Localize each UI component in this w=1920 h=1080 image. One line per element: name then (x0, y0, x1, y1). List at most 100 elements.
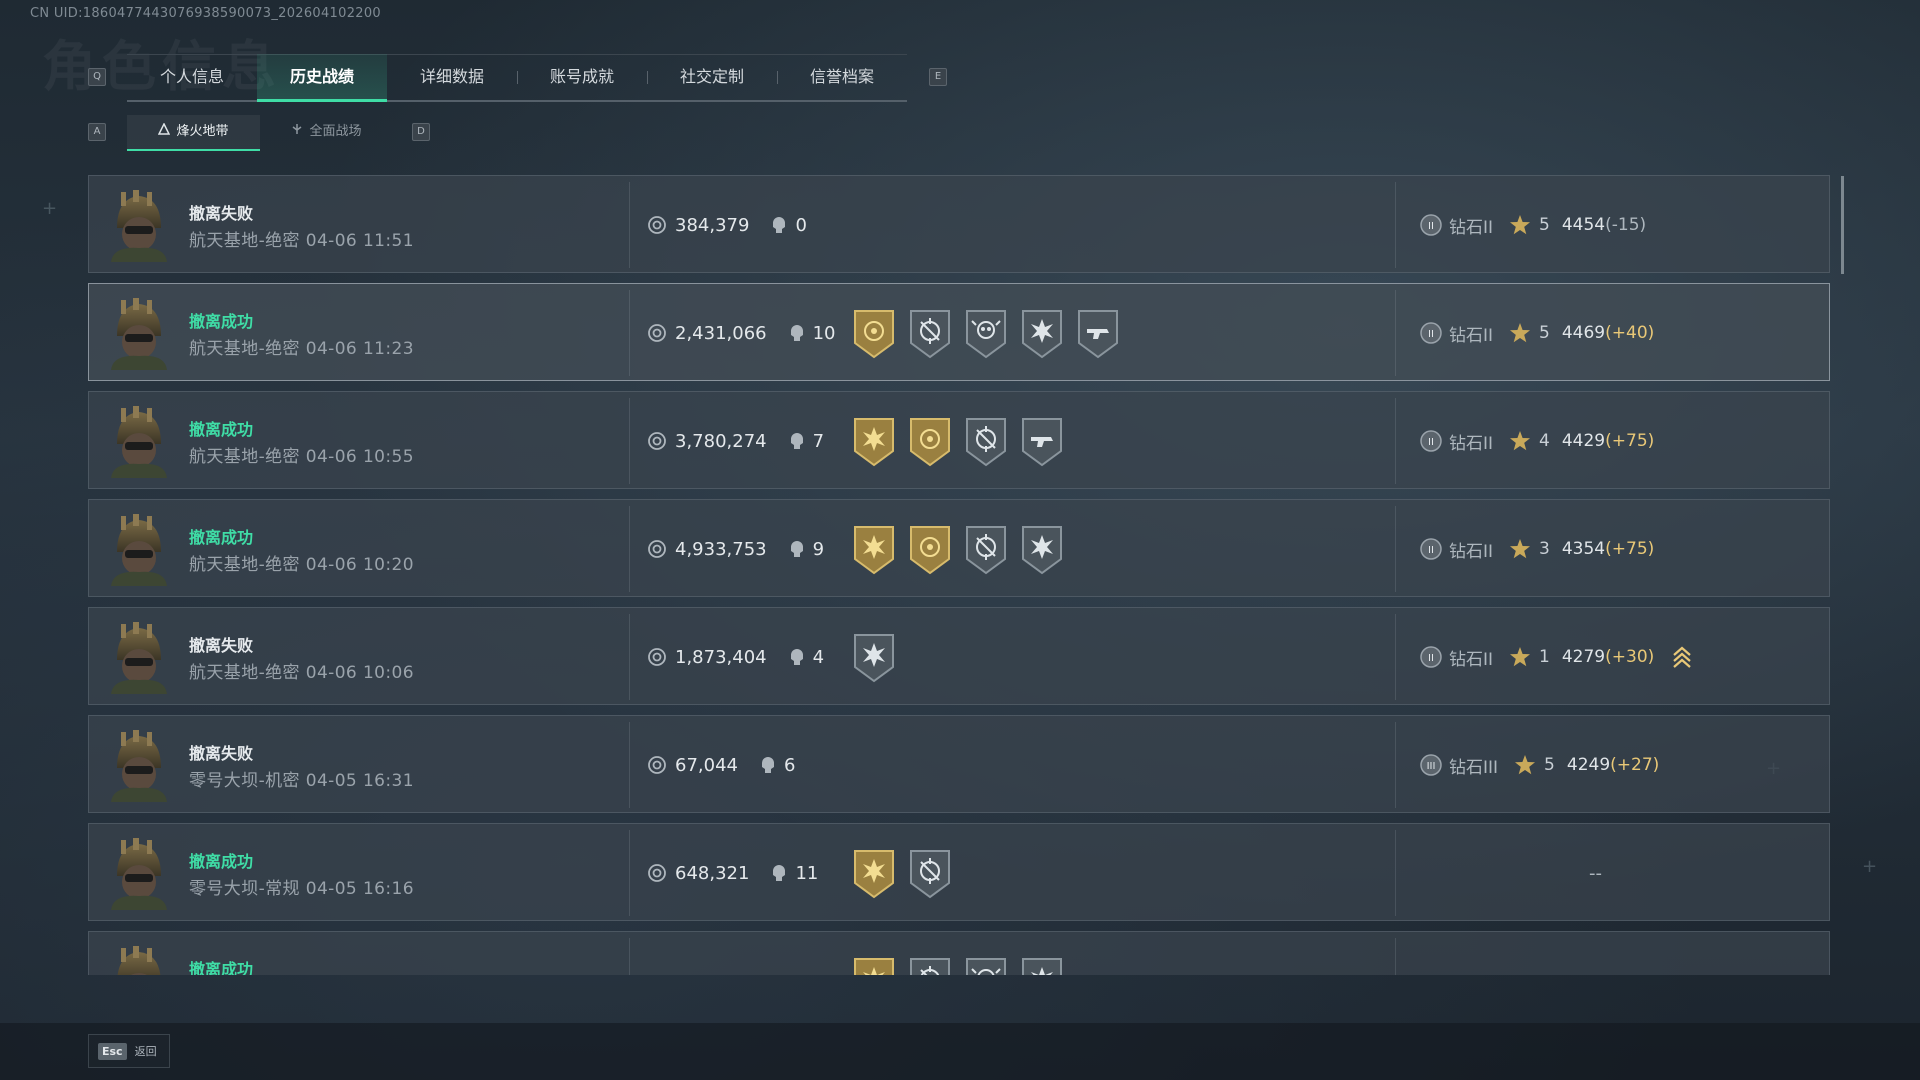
list-scrollbar[interactable] (1841, 176, 1844, 274)
decor-plus: + (1862, 856, 1878, 877)
medal-list (852, 957, 1064, 975)
map-name: 航天基地-绝密 (189, 339, 300, 359)
column-divider (629, 290, 630, 376)
star-icon (1510, 647, 1531, 667)
match-meta: 航天基地-绝密 04-06 11:23 (189, 334, 414, 359)
extraction-status: 撤离成功 (189, 312, 254, 331)
score-value: 4249 (1566, 755, 1611, 775)
silver-gun-medal-icon (1020, 417, 1064, 471)
extracted-value: 2,431,066 (675, 322, 767, 344)
medal-list (852, 417, 1064, 471)
rank-info: III 钻石III 5 4249(+27) (1419, 716, 1659, 814)
match-record-row[interactable]: 撤离失败 航天基地-绝密 04-06 10:06 1,873,404 4 II 钻… (88, 607, 1830, 705)
extraction-status: 撤离失败 (189, 204, 254, 223)
rank-badge-icon: II (1420, 430, 1442, 452)
score-value: 4454 (1561, 215, 1606, 235)
tab-personal-info[interactable]: 个人信息 (127, 54, 257, 100)
value-coin-icon (648, 432, 666, 450)
back-button[interactable]: Esc 返回 (88, 1034, 170, 1068)
score-value: 4354 (1561, 539, 1606, 559)
gold-coin-medal-icon (908, 525, 952, 579)
kill-skull-icon (761, 757, 774, 773)
score-delta: (+30) (1605, 647, 1655, 667)
mode-subtab-bar: 烽火地带 全面战场 (127, 115, 393, 151)
tab-achievements[interactable]: 账号成就 (517, 54, 647, 100)
match-record-row[interactable]: 撤离失败 航天基地-绝密 04-06 11:51 384,379 0 II 钻石I… (88, 175, 1830, 273)
match-record-row[interactable]: 撤离成功 航天基地-绝密 04-06 10:55 3,780,274 7 II 钻… (88, 391, 1830, 489)
match-record-row[interactable]: 撤离失败 零号大坝-机密 04-05 16:31 67,044 6 III 钻石I… (88, 715, 1830, 813)
score-delta: (+75) (1605, 539, 1655, 559)
value-coin-icon (648, 648, 666, 666)
subtab-full-battlefield[interactable]: 全面战场 (260, 115, 393, 149)
map-name: 航天基地-绝密 (189, 555, 300, 575)
kill-count: 9 (812, 538, 825, 560)
match-meta: 航天基地-绝密 04-06 11:51 (189, 226, 414, 251)
prev-subtab-key-hint[interactable]: A (88, 123, 106, 141)
tab-credit-record[interactable]: 信誉档案 (777, 54, 907, 100)
star-count: 3 (1539, 539, 1550, 559)
score-delta: (-15) (1605, 215, 1647, 235)
tab-detailed-data[interactable]: 详细数据 (387, 54, 517, 100)
silver-burst-medal-icon (1020, 957, 1064, 975)
rank-badge-icon: II (1420, 538, 1442, 560)
score-delta: (+27) (1610, 755, 1660, 775)
gold-burst-medal-icon (852, 417, 896, 471)
tab-social-custom[interactable]: 社交定制 (647, 54, 777, 100)
rank-name: 钻石II (1449, 541, 1494, 562)
column-divider (1395, 398, 1396, 484)
match-record-row[interactable]: 撤离成功 航天基地-绝密 04-06 10:20 4,933,753 9 II 钻… (88, 499, 1830, 597)
map-name: 航天基地-绝密 (189, 447, 300, 467)
tab-match-history[interactable]: 历史战绩 (257, 54, 387, 102)
rank-score: 4429(+75) (1562, 431, 1654, 451)
score-value: 4469 (1561, 323, 1606, 343)
extracted-value: 648,321 (675, 862, 750, 884)
value-coin-icon (648, 216, 666, 234)
subtab-label: 烽火地带 (176, 124, 229, 139)
rank-name: 钻石III (1449, 757, 1499, 778)
esc-key-icon: Esc (98, 1042, 127, 1060)
match-stats: 67,044 6 (647, 716, 795, 814)
column-divider (1395, 938, 1396, 975)
match-record-row[interactable]: 撤离成功 航天基地-绝密 04-06 11:23 2,431,066 10 II … (88, 283, 1830, 381)
match-record-row[interactable]: 撤离成功 (88, 931, 1830, 975)
match-record-list[interactable]: 撤离失败 航天基地-绝密 04-06 11:51 384,379 0 II 钻石I… (88, 175, 1832, 975)
rank-badge-icon: II (1420, 322, 1442, 344)
match-time: 04-06 10:55 (305, 447, 414, 467)
silver-crosshair-medal-icon (964, 525, 1008, 579)
extraction-status: 撤离成功 (189, 420, 254, 439)
operator-avatar (103, 620, 175, 694)
silver-burst-medal-icon (1020, 525, 1064, 579)
rank-roman: II (1428, 329, 1434, 340)
kill-count: 7 (812, 430, 825, 452)
gold-coin-medal-icon (908, 417, 952, 471)
rank-empty: -- (1589, 862, 1602, 884)
map-name: 航天基地-绝密 (189, 663, 300, 683)
extracted-value: 3,780,274 (675, 430, 767, 452)
kill-skull-icon (790, 649, 803, 665)
silver-crosshair-medal-icon (908, 849, 952, 903)
rank-info: II 钻石II 5 4469(+40) (1419, 284, 1654, 382)
next-subtab-key-hint[interactable]: D (412, 123, 430, 141)
extraction-status: 撤离失败 (189, 636, 254, 655)
next-tab-key-hint[interactable]: E (929, 68, 947, 86)
prev-tab-key-hint[interactable]: Q (88, 68, 106, 86)
rank-name: 钻石II (1449, 325, 1494, 346)
column-divider (629, 182, 630, 268)
silver-burst-medal-icon (1020, 309, 1064, 363)
hazard-zone-icon (158, 115, 171, 149)
value-coin-icon (648, 324, 666, 342)
match-record-row[interactable]: 撤离成功 零号大坝-常规 04-05 16:16 648,321 11 -- (88, 823, 1830, 921)
battlefield-icon (291, 115, 303, 149)
kill-count: 4 (812, 646, 825, 668)
match-stats: 384,379 0 (647, 176, 807, 274)
star-icon (1510, 215, 1531, 235)
rank-badge-icon: II (1420, 646, 1442, 668)
gold-burst-medal-icon (852, 525, 896, 579)
match-meta: 航天基地-绝密 04-06 10:20 (189, 550, 414, 575)
subtab-hazard-zone[interactable]: 烽火地带 (127, 115, 260, 151)
bottom-bar (0, 1023, 1920, 1080)
column-divider (1395, 182, 1396, 268)
column-divider (629, 398, 630, 484)
column-divider (629, 938, 630, 975)
rank-roman: II (1428, 221, 1434, 232)
